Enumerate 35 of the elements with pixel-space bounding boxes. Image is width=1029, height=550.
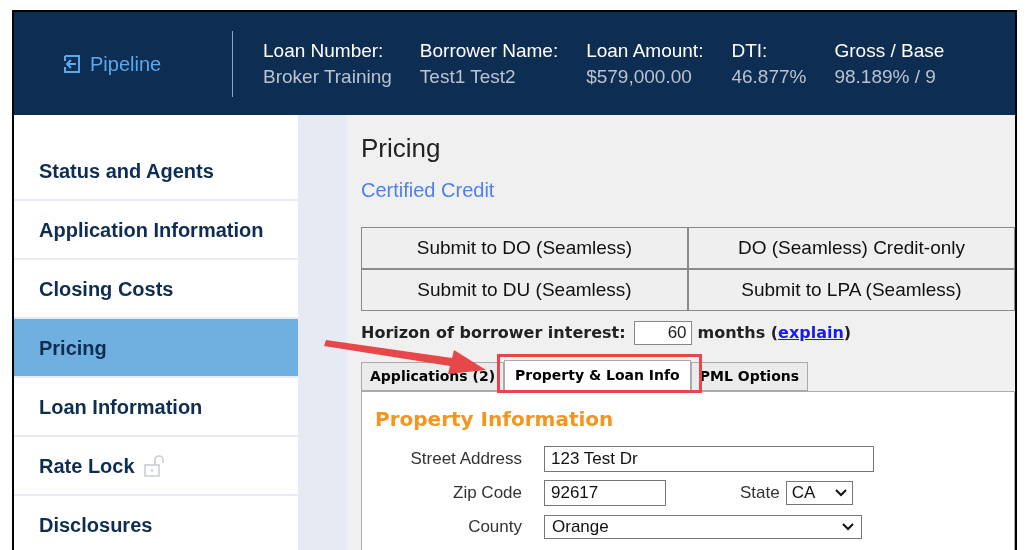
submit-button[interactable]: Submit to DU (Seamless) (361, 269, 688, 311)
chevron-down-icon (842, 522, 854, 531)
tab[interactable]: Property & Loan Info (504, 360, 691, 391)
close-paren: ) (843, 322, 852, 344)
field-value: Test1 Test2 (419, 64, 517, 89)
sidebar-item[interactable]: Pricing (14, 319, 298, 378)
field-label: Zip Code (452, 482, 523, 505)
county-select[interactable]: Orange (544, 514, 862, 539)
field-label: Gross / Base (834, 38, 945, 63)
section-title: Property Information (375, 406, 615, 433)
street-address-input[interactable]: 123 Test Dr (544, 446, 874, 472)
field-label: Loan Amount: (586, 38, 704, 63)
field-value: 98.189% / 9 (834, 64, 937, 89)
months-label: months ( (697, 322, 779, 344)
zip-code-input[interactable]: 92617 (544, 480, 666, 506)
state-select[interactable]: CA (785, 481, 853, 505)
field-value: Broker Training (263, 64, 392, 89)
field-label: Borrower Name: (419, 38, 559, 63)
chevron-down-icon (834, 489, 847, 497)
field-label: County (467, 516, 523, 538)
field-label: Loan Number: (263, 38, 385, 63)
field-value: $579,000.00 (586, 64, 693, 89)
field-value: 46.877% (731, 64, 807, 89)
submit-button[interactable]: DO (Seamless) Credit-only (688, 227, 1015, 269)
page-title: Pricing (361, 133, 442, 163)
field-label: State (740, 482, 780, 505)
horizon-input[interactable]: 60 (633, 321, 692, 345)
field-label: DTI: (731, 38, 769, 63)
exit-icon (62, 53, 82, 74)
submit-button[interactable]: Submit to LPA (Seamless) (688, 269, 1015, 311)
submit-button[interactable]: Submit to DO (Seamless) (361, 227, 688, 269)
explain-link[interactable]: explain (778, 321, 844, 345)
field-label: Street Address (409, 448, 523, 471)
pipeline-link[interactable]: Pipeline (62, 48, 202, 79)
horizon-label: Horizon of borrower interest: (361, 322, 626, 344)
